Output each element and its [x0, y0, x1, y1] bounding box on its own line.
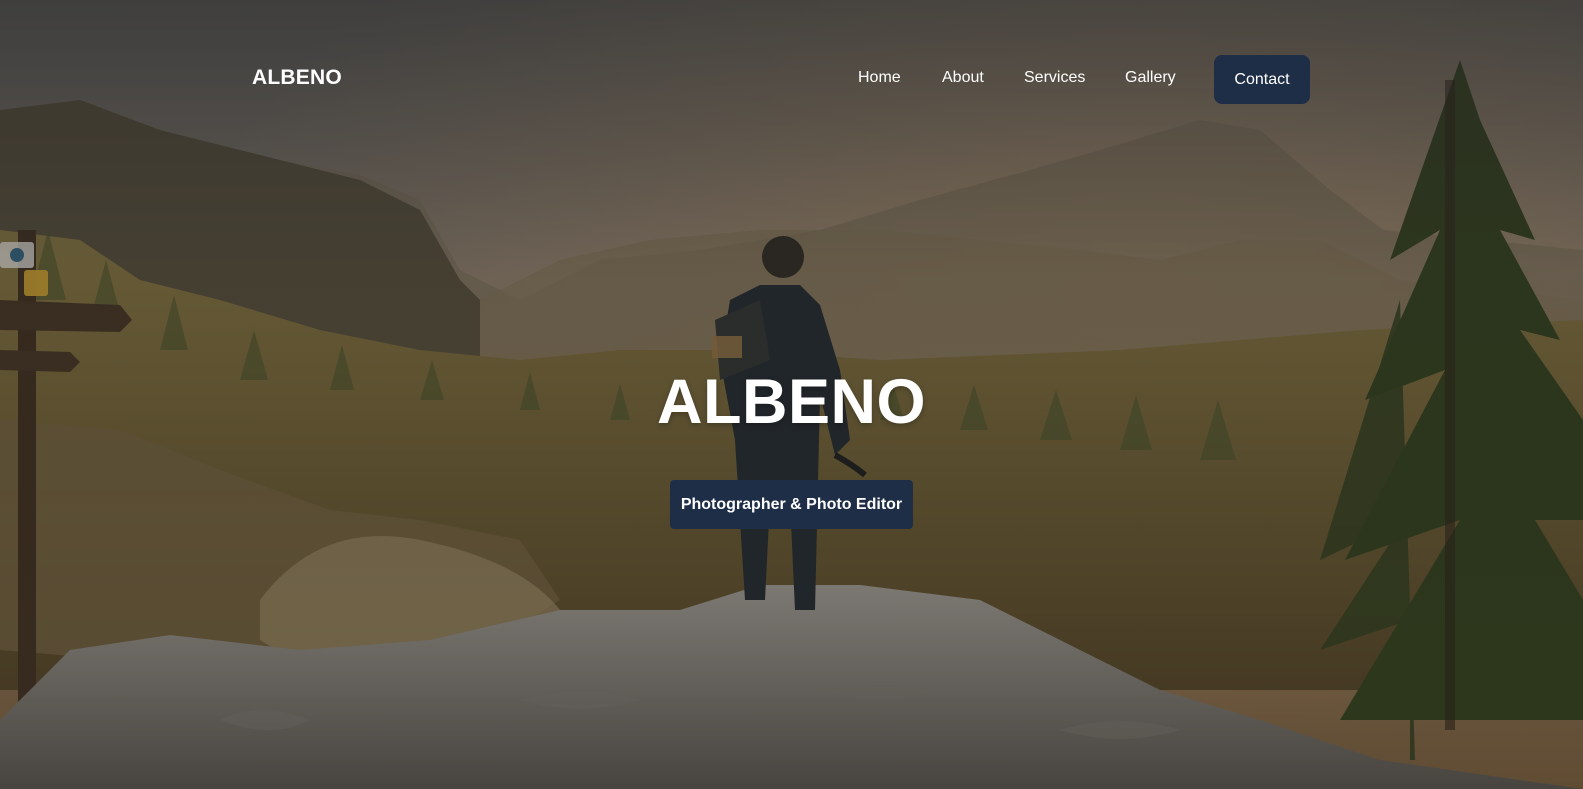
nav-home-link[interactable]: Home: [858, 69, 901, 87]
top-navbar: ALBENO Home About Services Gallery Conta…: [0, 0, 1583, 157]
brand-logo[interactable]: ALBENO: [252, 66, 342, 90]
contact-button[interactable]: Contact: [1214, 55, 1310, 104]
nav-about-link[interactable]: About: [942, 69, 984, 87]
hero-section: ALBENO Home About Services Gallery Conta…: [0, 0, 1583, 789]
nav-gallery-link[interactable]: Gallery: [1125, 69, 1176, 87]
hero-title: ALBENO: [657, 367, 926, 437]
hero-tagline-badge: Photographer & Photo Editor: [670, 480, 913, 529]
nav-services-link[interactable]: Services: [1024, 69, 1085, 87]
